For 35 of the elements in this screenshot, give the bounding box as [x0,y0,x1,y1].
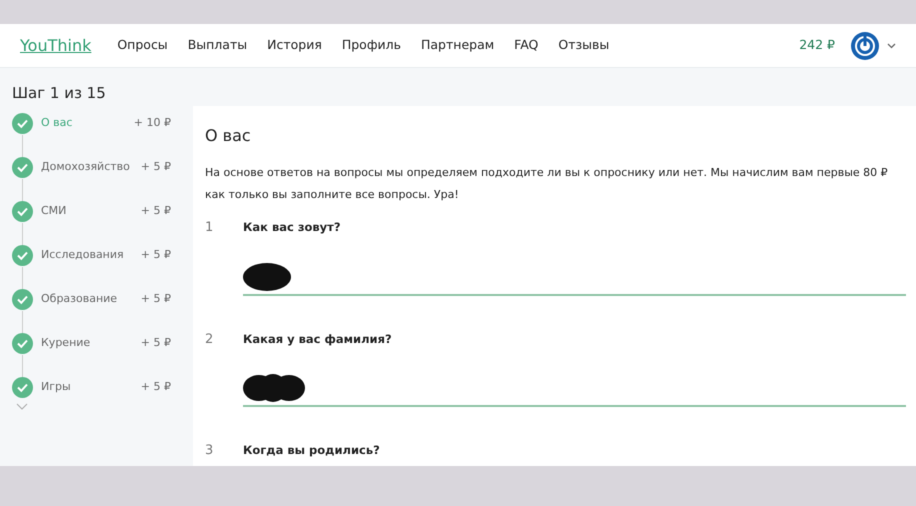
step-link[interactable]: О вас [41,115,134,132]
step-link[interactable]: Исследования [41,247,141,264]
step-counter: Шаг 1 из 15 [12,83,107,104]
step-bonus: + 5 ₽ [140,159,171,176]
nav-link[interactable]: Профиль [342,36,401,55]
nav-link[interactable]: FAQ [514,36,538,55]
nav-link[interactable]: История [267,36,322,55]
logo[interactable]: YouThink [20,34,92,58]
balance: 242 ₽ [799,36,835,54]
question-number: 2 [205,330,214,348]
answer-field[interactable] [243,371,906,407]
nav-link[interactable]: Партнерам [421,36,494,55]
intro-text: На основе ответов на вопросы мы определяем подходите ли вы к опроснику или нет. Мы начислим вам первые 80 ₽ как только вы заполните все вопросы. Ура! [205,165,889,203]
step-bonus: + 10 ₽ [134,115,171,132]
nav-link[interactable]: Отзывы [558,36,610,55]
caret-icon[interactable] [887,42,896,48]
question-text: Когда вы родились? [243,442,380,459]
step-link[interactable]: Образование [41,291,141,308]
step-bonus: + 5 ₽ [140,335,171,352]
step-link[interactable]: СМИ [41,203,141,220]
question-number: 3 [205,442,214,460]
question-number: 1 [205,219,214,237]
step-link[interactable]: Курение [41,335,141,352]
section-title: О вас [205,125,252,147]
step-bonus: + 5 ₽ [140,203,171,220]
avatar-icon[interactable] [851,32,879,60]
step-bonus: + 5 ₽ [140,291,171,308]
step-bonus: + 5 ₽ [140,379,171,396]
question-text: Какая у вас фамилия? [243,330,392,348]
nav-link[interactable]: Выплаты [188,36,248,55]
step-link[interactable]: Домохозяйство [41,159,141,176]
nav-link[interactable]: Опросы [117,36,168,55]
question-text: Как вас зовут? [243,219,341,236]
step-link[interactable]: Игры [41,379,141,396]
step-bonus: + 5 ₽ [140,247,171,264]
